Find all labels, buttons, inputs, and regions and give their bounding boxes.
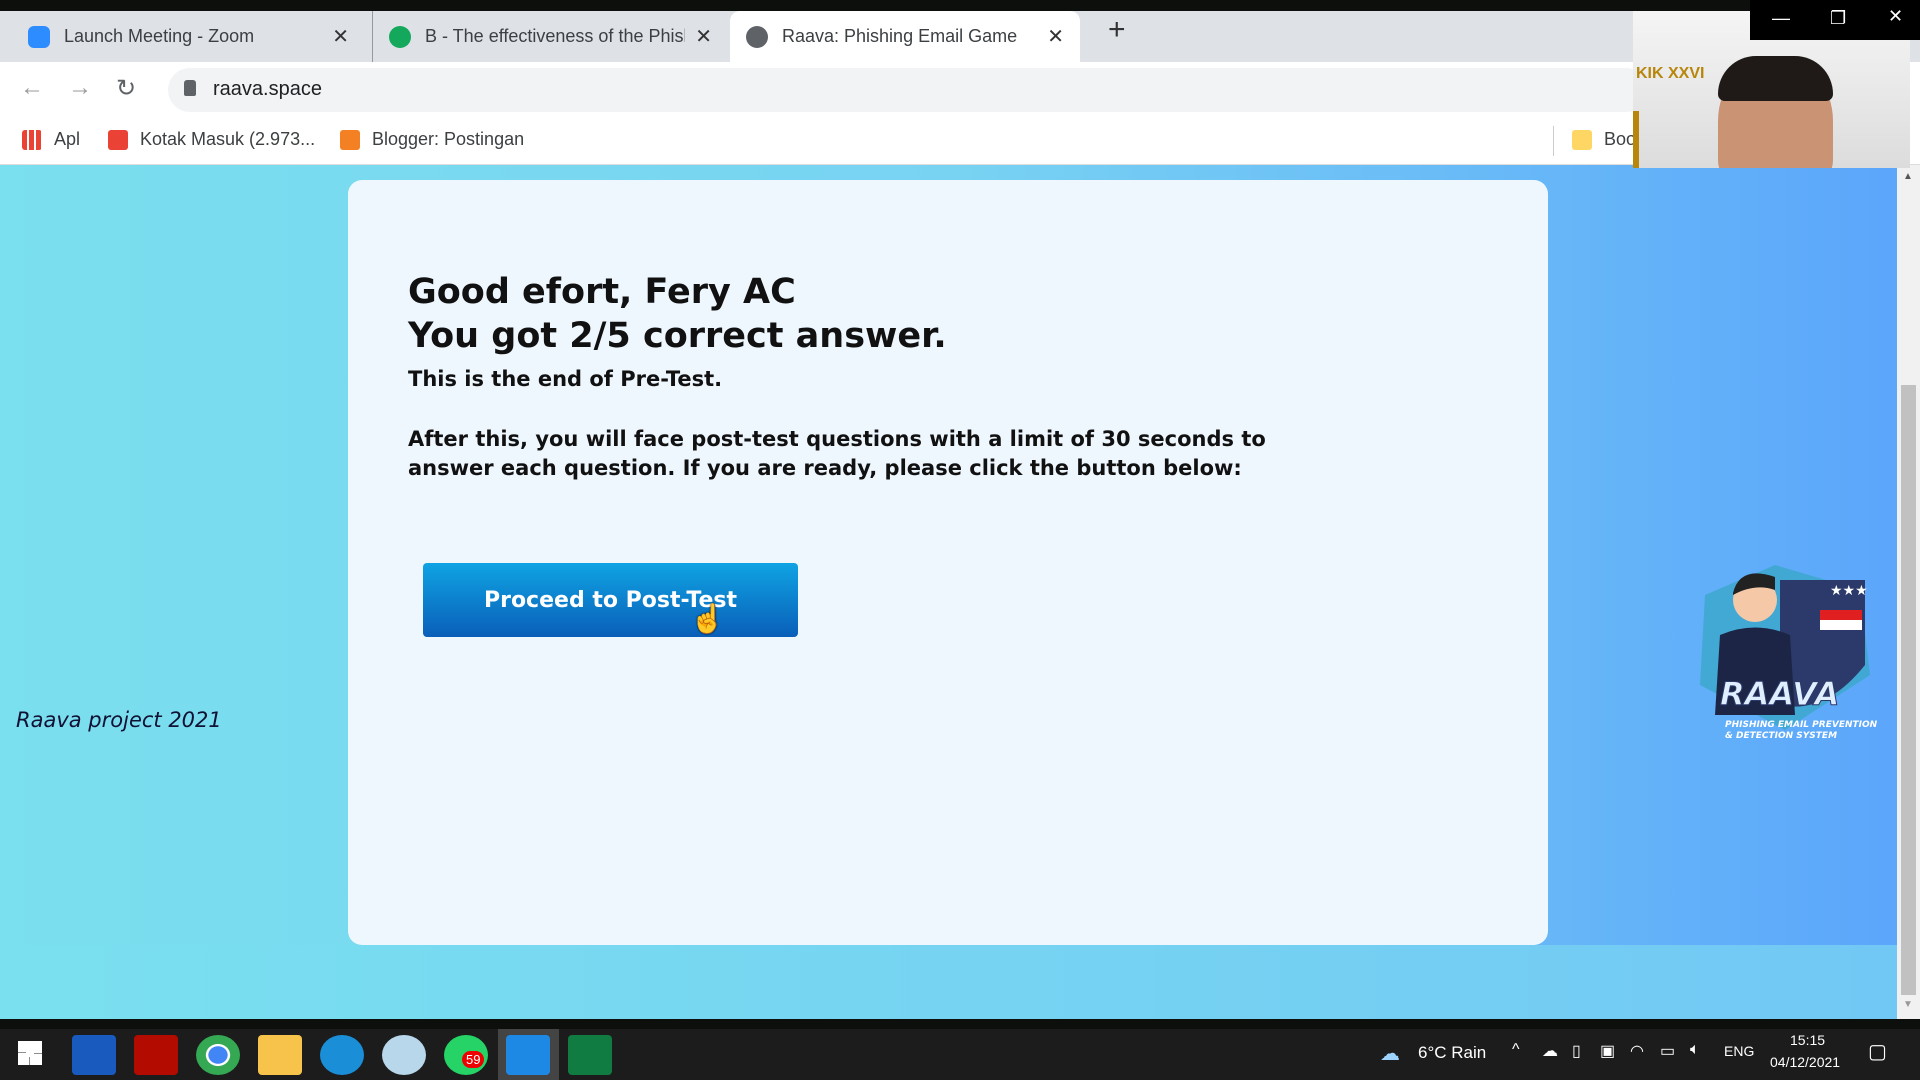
new-tab-button[interactable]: + xyxy=(1108,13,1126,47)
scroll-up-icon[interactable]: ▲ xyxy=(1903,171,1913,182)
zoom-icon xyxy=(28,25,50,48)
onedrive-icon[interactable]: ☁ xyxy=(1542,1041,1558,1061)
greeting-heading: Good efort, Fery AC xyxy=(408,272,796,312)
file-explorer-icon[interactable] xyxy=(258,1035,302,1075)
close-icon[interactable]: ✕ xyxy=(332,24,349,49)
overleaf-icon xyxy=(389,25,411,48)
tab-zoom[interactable]: Launch Meeting - Zoom ✕ xyxy=(12,11,365,62)
video-player-icon xyxy=(506,1035,550,1075)
bookmark-label: Blogger: Postingan xyxy=(372,129,525,149)
chevron-up-icon[interactable]: ^ xyxy=(1512,1041,1520,1059)
lock-icon xyxy=(184,80,196,96)
zoom-overlay-label: KIK XXVI xyxy=(1636,65,1705,82)
url-text: raava.space xyxy=(213,78,322,100)
word-icon[interactable] xyxy=(72,1035,116,1075)
tab-label: Raava: Phishing Email Game xyxy=(782,26,1018,46)
tab-raava[interactable]: Raava: Phishing Email Game ✕ xyxy=(730,11,1080,62)
chrome-icon[interactable] xyxy=(196,1035,240,1075)
svg-text:★★★: ★★★ xyxy=(1830,582,1868,598)
excel-icon[interactable] xyxy=(568,1035,612,1075)
blogger-icon xyxy=(340,129,360,150)
acrobat-icon[interactable] xyxy=(134,1035,178,1075)
update-icon[interactable]: ▣ xyxy=(1600,1041,1615,1061)
minimize-icon[interactable]: — xyxy=(1772,8,1790,29)
whatsapp-icon[interactable]: 59 xyxy=(444,1035,488,1075)
svg-text:& DETECTION SYSTEM: & DETECTION SYSTEM xyxy=(1725,731,1837,741)
paint-icon[interactable] xyxy=(382,1035,426,1075)
project-footer: Raava project 2021 xyxy=(16,708,222,732)
bookmark-label: Boo xyxy=(1604,129,1637,149)
scroll-down-icon[interactable]: ▼ xyxy=(1903,999,1913,1010)
bookmark-folder[interactable]: Boo xyxy=(1572,129,1636,150)
camera-icon[interactable]: ▯ xyxy=(1572,1041,1581,1061)
video-player-active[interactable] xyxy=(498,1029,559,1080)
tab-overleaf[interactable]: B - The effectiveness of the Phish ✕ xyxy=(372,11,728,62)
url-bar[interactable]: raava.space xyxy=(168,68,1648,112)
bookmarks-bar: Apl Kotak Masuk (2.973... Blogger: Posti… xyxy=(0,118,1920,165)
weather-icon[interactable]: ☁ xyxy=(1380,1041,1400,1066)
page-content: Good efort, Fery AC You got 2/5 correct … xyxy=(0,165,1897,1019)
tab-strip: Launch Meeting - Zoom ✕ B - The effectiv… xyxy=(0,11,1920,62)
bookmark-label: Apl xyxy=(54,129,81,149)
close-icon[interactable]: ✕ xyxy=(1047,24,1064,49)
close-window-icon[interactable]: ✕ xyxy=(1888,6,1903,27)
apps-icon xyxy=(22,129,42,150)
score-heading: You got 2/5 correct answer. xyxy=(408,316,947,356)
bookmark-apps[interactable]: Apl xyxy=(22,129,80,150)
bookmark-blogger[interactable]: Blogger: Postingan xyxy=(340,129,524,150)
globe-icon xyxy=(746,25,768,48)
edge-icon[interactable] xyxy=(320,1035,364,1075)
tab-label: Launch Meeting - Zoom xyxy=(64,26,255,46)
page-scrollbar[interactable]: ▲ ▼ xyxy=(1897,165,1920,1019)
taskbar: 59 ☁ 6°C Rain ^ ☁ ▯ ▣ ◠ ▭ 🔈︎ ENG 15:15 0… xyxy=(0,1019,1920,1080)
start-icon[interactable] xyxy=(18,1041,42,1065)
reload-icon[interactable]: ↻ xyxy=(116,74,136,103)
window-top-bar xyxy=(0,0,1920,11)
tab-label: B - The effectiveness of the Phish xyxy=(425,26,686,46)
bookmark-label: Kotak Masuk (2.973... xyxy=(140,129,316,149)
svg-text:PHISHING EMAIL PREVENTION: PHISHING EMAIL PREVENTION xyxy=(1725,720,1878,730)
bookmark-gmail[interactable]: Kotak Masuk (2.973... xyxy=(108,129,315,150)
raava-mascot-logo: ★★★ RAAVA PHISHING EMAIL PREVENTION & DE… xyxy=(1685,555,1885,745)
hand-cursor-icon: ☝ xyxy=(690,603,725,634)
gmail-icon xyxy=(108,129,128,150)
forward-icon[interactable]: → xyxy=(68,74,92,102)
back-icon[interactable]: ← xyxy=(20,74,44,102)
close-icon[interactable]: ✕ xyxy=(695,24,712,49)
battery-icon[interactable]: ▭ xyxy=(1660,1041,1675,1061)
instructions-text: After this, you will face post-test ques… xyxy=(408,427,1266,480)
restore-icon[interactable]: ❐ xyxy=(1830,8,1846,29)
whatsapp-badge: 59 xyxy=(462,1051,485,1068)
clock-date[interactable]: 04/12/2021 xyxy=(1770,1054,1840,1070)
weather-text[interactable]: 6°C Rain xyxy=(1418,1043,1486,1063)
clock-time[interactable]: 15:15 xyxy=(1790,1032,1825,1048)
folder-icon xyxy=(1572,129,1592,150)
window-controls: — ❐ ✕ xyxy=(1750,0,1920,40)
end-text: This is the end of Pre-Test. xyxy=(408,367,723,391)
proceed-post-test-button[interactable]: Proceed to Post-Test xyxy=(423,563,798,637)
notifications-icon[interactable]: ▢ xyxy=(1868,1039,1887,1064)
result-card: Good efort, Fery AC You got 2/5 correct … xyxy=(348,180,1548,945)
page-footer-band xyxy=(0,945,1897,1019)
volume-icon[interactable]: 🔈︎ xyxy=(1690,1041,1700,1059)
wifi-icon[interactable]: ◠ xyxy=(1630,1041,1644,1061)
bookmark-divider xyxy=(1553,126,1554,156)
address-bar-row: ← → ↻ raava.space xyxy=(0,62,1920,118)
scrollbar-thumb[interactable] xyxy=(1901,385,1916,995)
language-indicator[interactable]: ENG xyxy=(1724,1043,1754,1059)
svg-text:RAAVA: RAAVA xyxy=(1720,675,1839,713)
